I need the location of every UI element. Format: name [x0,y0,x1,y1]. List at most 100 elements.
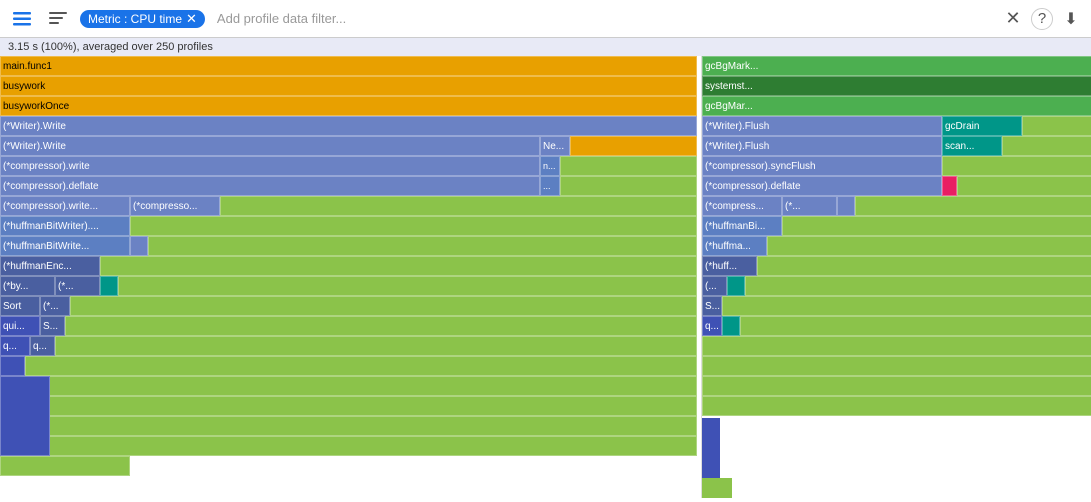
help-button[interactable]: ? [1031,8,1053,30]
list-item[interactable]: (*compressor).write [0,156,540,176]
list-item[interactable] [220,196,697,216]
list-item[interactable] [942,176,957,196]
list-item[interactable]: scan... [942,136,1002,156]
list-item[interactable] [745,276,1091,296]
list-item[interactable]: ... [540,176,560,196]
list-item[interactable] [130,236,148,256]
list-item[interactable]: (*huffma... [702,236,767,256]
list-item[interactable] [957,176,1091,196]
list-item[interactable]: (*Writer).Write [0,116,697,136]
table-row: (*Writer).Flush gcDrain [702,116,1091,136]
table-row: q... q... [0,336,701,356]
list-item[interactable] [740,316,1091,336]
list-item[interactable]: (*... [55,276,100,296]
list-item[interactable]: (*compressor).syncFlush [702,156,942,176]
filter-icon-button[interactable] [44,5,72,33]
list-item[interactable]: q... [0,336,30,356]
list-item[interactable] [855,196,1091,216]
list-item[interactable] [560,156,697,176]
list-item[interactable]: (*Writer).Flush [702,136,942,156]
list-item[interactable] [100,276,118,296]
list-item[interactable]: (*huffmanBi... [702,216,782,236]
list-item[interactable] [702,376,1091,396]
list-item[interactable]: busyworkOnce [0,96,697,116]
list-item[interactable] [130,216,697,236]
list-item[interactable] [20,376,697,396]
list-item[interactable]: (*huff... [702,256,757,276]
list-item[interactable]: gcBgMark... [702,56,1091,76]
list-item[interactable] [702,356,1091,376]
list-item[interactable] [1002,136,1091,156]
download-button[interactable]: ⬇ [1059,7,1083,31]
table-row [702,356,1091,376]
table-row: Sort (*... [0,296,701,316]
list-item[interactable]: Ne... [540,136,570,156]
list-item[interactable]: (*huffmanBitWriter).... [0,216,130,236]
list-item[interactable]: Sort [0,296,40,316]
list-item[interactable]: (*compressor).deflate [0,176,540,196]
list-item[interactable]: (*huffmanEnc... [0,256,100,276]
list-item[interactable]: (*Writer).Write [0,136,540,156]
list-item[interactable]: (*... [40,296,70,316]
list-item[interactable] [560,176,697,196]
list-item[interactable]: n... [540,156,560,176]
menu-button[interactable] [8,5,36,33]
list-item[interactable] [702,396,1091,416]
list-item[interactable] [0,436,697,456]
list-item[interactable]: (*by... [0,276,55,296]
table-row: (*huffma... [702,236,1091,256]
metric-chip-close[interactable]: ✕ [186,12,197,25]
list-item[interactable]: (... [702,276,727,296]
list-item[interactable] [25,356,697,376]
filter-placeholder[interactable]: Add profile data filter... [213,11,993,26]
list-item[interactable] [837,196,855,216]
list-item[interactable]: S... [40,316,65,336]
list-item[interactable] [767,236,1091,256]
list-item[interactable] [757,256,1091,276]
toolbar: Metric : CPU time ✕ Add profile data fil… [0,0,1091,38]
list-item[interactable]: S... [702,296,722,316]
list-item[interactable] [722,316,740,336]
list-item[interactable]: q... [702,316,722,336]
list-item[interactable]: busywork [0,76,697,96]
list-item[interactable] [570,136,697,156]
list-item[interactable]: (*compressor).deflate [702,176,942,196]
list-item[interactable]: (*compresso... [130,196,220,216]
list-item[interactable] [702,418,720,478]
list-item[interactable] [0,396,697,416]
list-item[interactable] [942,156,1091,176]
list-item[interactable]: q... [30,336,55,356]
list-item[interactable]: (*compressor).write... [0,196,130,216]
list-item[interactable] [0,416,697,436]
list-item[interactable]: (*huffmanBitWrite... [0,236,130,256]
list-item[interactable] [702,478,732,498]
list-item[interactable]: gcBgMar... [702,96,1091,116]
list-item[interactable]: gcDrain [942,116,1022,136]
table-row: systemst... [702,76,1091,96]
table-row [702,376,1091,396]
list-item[interactable] [0,356,25,376]
list-item[interactable] [722,296,1091,316]
list-item[interactable]: systemst... [702,76,1091,96]
table-row: gcBgMark... [702,56,1091,76]
list-item[interactable] [65,316,697,336]
list-item[interactable] [702,336,1091,356]
table-row: (... [702,276,1091,296]
list-item[interactable]: (*Writer).Flush [702,116,942,136]
list-item[interactable] [118,276,697,296]
list-item[interactable]: (*compress... [702,196,782,216]
list-item[interactable] [70,296,697,316]
list-item[interactable]: qui... [0,316,40,336]
list-item[interactable]: (*... [782,196,837,216]
list-item[interactable] [148,236,697,256]
list-item[interactable]: main.func1 [0,56,697,76]
list-item[interactable] [782,216,1091,236]
list-item[interactable] [1022,116,1091,136]
list-item[interactable] [100,256,697,276]
list-item[interactable] [55,336,697,356]
close-button[interactable]: ✕ [1001,7,1025,31]
list-item[interactable] [0,376,50,456]
list-item[interactable] [727,276,745,296]
list-item[interactable] [0,456,130,476]
table-row: (*huffmanBi... [702,216,1091,236]
